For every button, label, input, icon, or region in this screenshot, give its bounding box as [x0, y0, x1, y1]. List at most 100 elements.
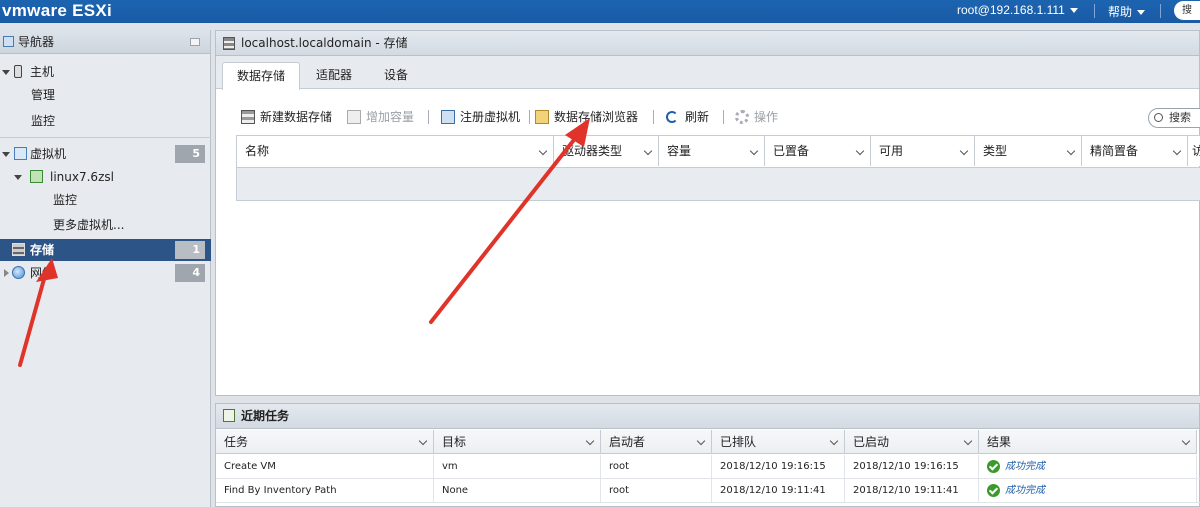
datastore-browser-button[interactable]: 数据存储浏览器: [535, 107, 638, 127]
tab-devices[interactable]: 设备: [370, 62, 422, 89]
nav-item-vm-monitor[interactable]: 监控: [0, 189, 211, 211]
column-label: 容量: [667, 144, 692, 158]
nav-item-host[interactable]: 主机: [0, 61, 211, 83]
queued-cell: 2018/12/10 19:16:15: [712, 455, 845, 479]
divider: [0, 137, 211, 138]
initiator-cell: root: [601, 455, 712, 479]
column-label: 结果: [987, 435, 1012, 449]
new-datastore-icon: [241, 110, 255, 124]
nav-item-label: 更多虚拟机...: [53, 218, 125, 232]
register-vm-icon: [441, 110, 455, 124]
column-label: 启动者: [609, 435, 646, 449]
storage-icon: [223, 37, 235, 50]
column-header[interactable]: 访: [1188, 136, 1200, 166]
search-input[interactable]: 搜索: [1148, 108, 1200, 128]
user-label: root@192.168.1.111: [957, 3, 1065, 17]
toolbar-label: 增加容量: [366, 110, 415, 124]
storage-panel-header: localhost.localdomain - 存储: [216, 31, 1199, 56]
register-vm-button[interactable]: 注册虚拟机: [441, 107, 520, 127]
nav-item-more-vms[interactable]: 更多虚拟机...: [0, 214, 211, 236]
help-menu[interactable]: 帮助: [1108, 3, 1146, 20]
empty-grid-row: [237, 167, 1200, 200]
table-row[interactable]: Create VM vm root 2018/12/10 19:16:15 20…: [216, 455, 1200, 479]
minimize-icon[interactable]: [190, 38, 200, 46]
column-label: 任务: [224, 435, 249, 449]
chevron-down-icon[interactable]: [749, 146, 759, 156]
count-badge: 4: [175, 264, 205, 282]
top-bar: vmware ESXi root@192.168.1.111 帮助 搜: [0, 0, 1200, 23]
initiator-cell: root: [601, 479, 712, 503]
column-header[interactable]: 任务: [216, 430, 434, 454]
tab-adapters[interactable]: 适配器: [302, 62, 366, 89]
expand-icon[interactable]: [4, 269, 9, 277]
column-header[interactable]: 结果: [979, 430, 1197, 454]
column-header[interactable]: 目标: [434, 430, 601, 454]
column-label: 已置备: [773, 144, 810, 158]
user-menu[interactable]: root@192.168.1.111: [957, 3, 1078, 17]
divider: [428, 110, 429, 124]
chevron-down-icon[interactable]: [963, 436, 973, 446]
toolbar-label: 数据存储浏览器: [554, 110, 639, 124]
host-icon: [14, 65, 22, 78]
top-search-input[interactable]: 搜: [1174, 1, 1200, 20]
count-badge: 1: [175, 241, 205, 259]
expand-icon[interactable]: [2, 152, 10, 157]
nav-item-monitor[interactable]: 监控: [0, 110, 211, 132]
chevron-down-icon[interactable]: [643, 146, 653, 156]
toolbar-label: 新建数据存储: [260, 110, 333, 124]
toolbar-label: 操作: [754, 110, 779, 124]
table-row[interactable]: Find By Inventory Path None root 2018/12…: [216, 479, 1200, 503]
column-label: 精简置备: [1090, 144, 1139, 158]
recent-tasks-header: 近期任务: [216, 404, 1199, 429]
increase-capacity-button[interactable]: 增加容量: [347, 107, 414, 127]
nav-item-label: 存储: [30, 243, 55, 257]
nav-item-storage[interactable]: 存储 1: [0, 239, 211, 261]
expand-icon[interactable]: [2, 70, 10, 75]
column-header[interactable]: 名称: [237, 136, 554, 166]
chevron-down-icon[interactable]: [829, 436, 839, 446]
column-label: 驱动器类型: [562, 144, 623, 158]
nav-item-manage[interactable]: 管理: [0, 84, 211, 106]
page-title: localhost.localdomain - 存储: [241, 36, 408, 50]
chevron-down-icon[interactable]: [1172, 146, 1182, 156]
chevron-down-icon[interactable]: [418, 436, 428, 446]
network-icon: [12, 266, 25, 279]
vm-powered-on-icon: [30, 170, 43, 183]
toolbar-label: 注册虚拟机: [460, 110, 521, 124]
nav-item-network[interactable]: 网络 4: [0, 262, 211, 284]
toolbar-label: 刷新: [685, 110, 710, 124]
column-header[interactable]: 驱动器类型: [554, 136, 659, 166]
started-cell: 2018/12/10 19:16:15: [845, 455, 979, 479]
expand-icon[interactable]: [14, 175, 22, 180]
chevron-down-icon[interactable]: [855, 146, 865, 156]
chevron-down-icon[interactable]: [1181, 436, 1191, 446]
chevron-down-icon[interactable]: [585, 436, 595, 446]
task-cell: Create VM: [216, 455, 434, 479]
column-header[interactable]: 启动者: [601, 430, 712, 454]
help-label: 帮助: [1108, 5, 1133, 19]
column-header[interactable]: 精简置备: [1082, 136, 1188, 166]
refresh-button[interactable]: 刷新: [666, 107, 709, 127]
new-datastore-button[interactable]: 新建数据存储: [241, 107, 332, 127]
chevron-down-icon[interactable]: [1066, 146, 1076, 156]
nav-item-label: 监控: [53, 193, 78, 207]
navigator-header: 导航器: [0, 30, 210, 54]
divider: [1094, 4, 1095, 18]
storage-icon: [12, 243, 25, 256]
chevron-down-icon[interactable]: [538, 146, 548, 156]
column-header[interactable]: 已启动: [845, 430, 979, 454]
column-label: 已排队: [720, 435, 757, 449]
chevron-down-icon[interactable]: [959, 146, 969, 156]
column-label: 访: [1192, 144, 1200, 158]
column-header[interactable]: 类型: [975, 136, 1082, 166]
tab-datastores[interactable]: 数据存储: [222, 62, 301, 90]
column-header[interactable]: 容量: [659, 136, 765, 166]
nav-item-linux-vm[interactable]: linux7.6zsl: [0, 166, 211, 188]
chevron-down-icon[interactable]: [696, 436, 706, 446]
actions-button[interactable]: 操作: [735, 107, 778, 127]
column-header[interactable]: 已置备: [765, 136, 871, 166]
column-header[interactable]: 已排队: [712, 430, 845, 454]
navigator-panel: 导航器 主机 管理 监控 虚拟机 5 linux7.6zsl 监控 更多虚拟机.…: [0, 30, 211, 507]
nav-item-vms[interactable]: 虚拟机 5: [0, 143, 211, 165]
column-header[interactable]: 可用: [871, 136, 975, 166]
